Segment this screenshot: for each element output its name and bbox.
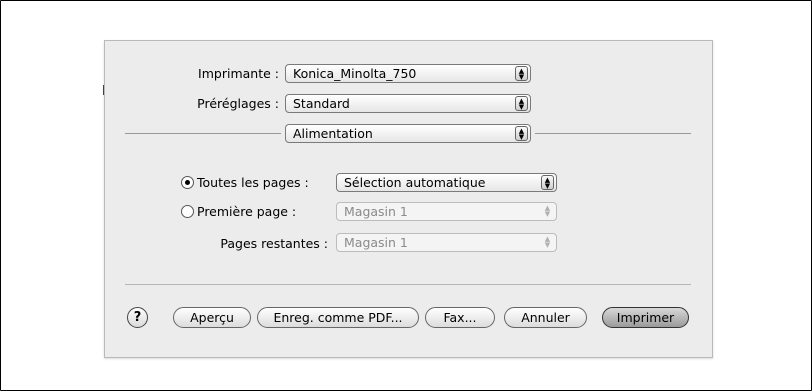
first-page-value: Magasin 1: [344, 204, 408, 219]
remaining-pages-value: Magasin 1: [344, 235, 408, 250]
radio-selected-icon: [181, 176, 194, 189]
save-pdf-button[interactable]: Enreg. comme PDF...: [257, 307, 419, 328]
printer-label: Imprimante :: [198, 66, 279, 81]
up-down-arrows-icon: ▲ ▼: [515, 96, 528, 111]
preview-button[interactable]: Aperçu: [173, 307, 251, 328]
print-dialog: Imprimante : Konica_Minolta_750 ▲ ▼ Préré…: [104, 40, 713, 358]
up-down-arrows-icon: ▲ ▼: [541, 175, 554, 190]
first-page-label: Première page :: [197, 204, 297, 219]
all-pages-label: Toutes les pages :: [197, 175, 309, 190]
presets-label: Préréglages :: [197, 96, 279, 111]
bottom-separator: [125, 284, 691, 285]
radio-unselected-icon: [181, 205, 194, 218]
all-pages-popup[interactable]: Sélection automatique ▲ ▼: [336, 173, 557, 192]
printer-popup[interactable]: Konica_Minolta_750 ▲ ▼: [285, 64, 531, 83]
separator-left: [125, 133, 281, 134]
cancel-button[interactable]: Annuler: [504, 307, 587, 328]
panel-popup[interactable]: Alimentation ▲ ▼: [285, 124, 531, 143]
all-pages-value: Sélection automatique: [344, 175, 486, 190]
separator-right: [535, 133, 691, 134]
fax-button[interactable]: Fax...: [425, 307, 495, 328]
first-page-popup[interactable]: Magasin 1 ▲ ▼: [336, 202, 557, 221]
remaining-pages-popup[interactable]: Magasin 1 ▲ ▼: [336, 233, 557, 252]
print-button[interactable]: Imprimer: [602, 307, 689, 328]
printer-value: Konica_Minolta_750: [293, 66, 417, 81]
up-down-arrows-icon: ▲ ▼: [544, 204, 551, 218]
remaining-pages-label: Pages restantes :: [220, 236, 328, 251]
up-down-arrows-icon: ▲ ▼: [515, 66, 528, 81]
panel-value: Alimentation: [293, 126, 373, 141]
presets-value: Standard: [293, 96, 350, 111]
help-button[interactable]: ?: [127, 307, 148, 328]
first-page-radio[interactable]: Première page :: [181, 204, 296, 219]
presets-popup[interactable]: Standard ▲ ▼: [285, 94, 531, 113]
up-down-arrows-icon: ▲ ▼: [544, 235, 551, 249]
up-down-arrows-icon: ▲ ▼: [515, 126, 528, 141]
all-pages-radio[interactable]: Toutes les pages :: [181, 175, 309, 190]
